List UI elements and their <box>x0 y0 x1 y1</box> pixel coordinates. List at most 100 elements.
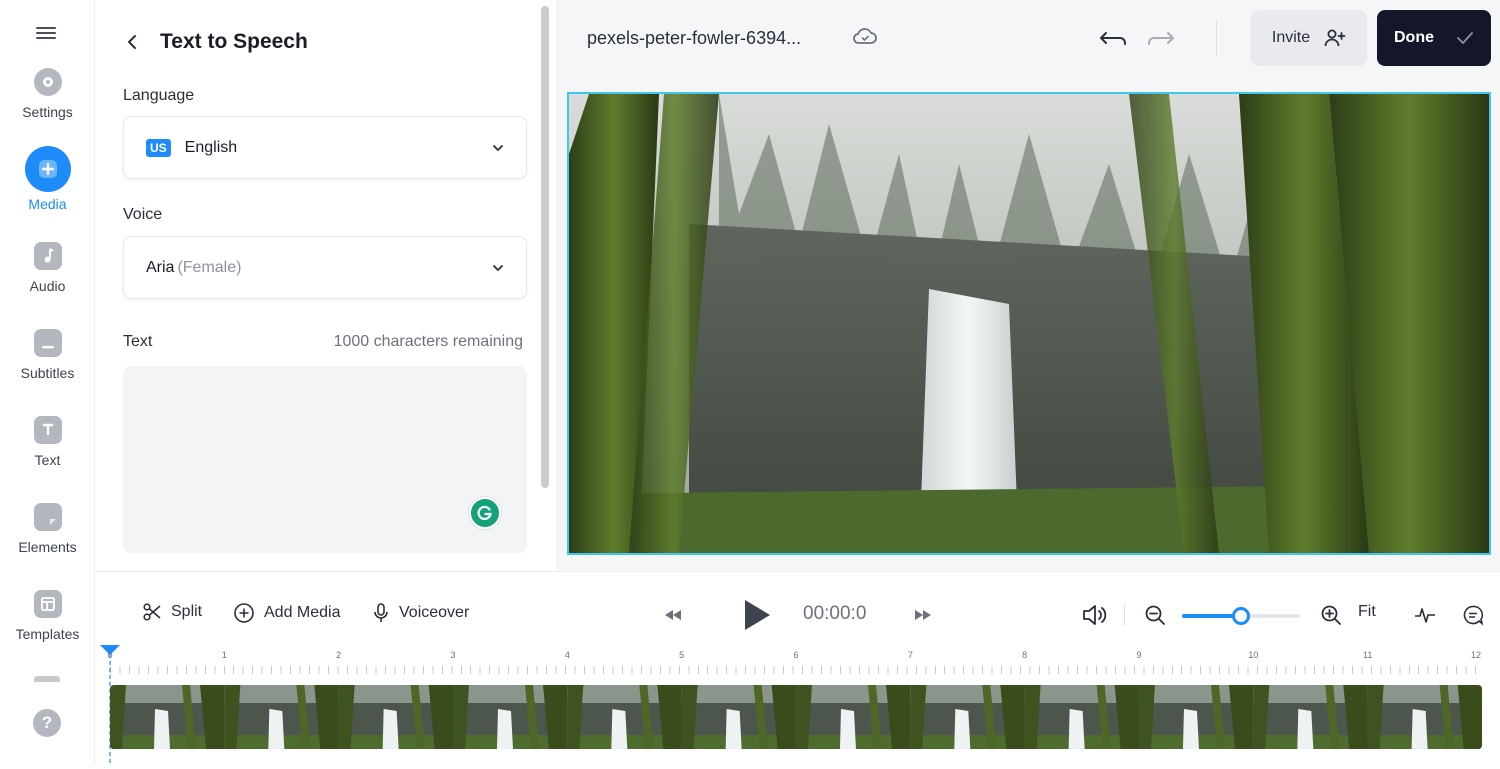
filmstrip-frame <box>910 685 1025 749</box>
caption-bubble-icon[interactable] <box>1462 604 1484 631</box>
rail-item-settings[interactable]: Settings <box>0 68 95 120</box>
waveform-icon[interactable] <box>1414 604 1436 631</box>
language-label: Language <box>123 87 195 104</box>
done-label: Done <box>1394 29 1434 46</box>
voiceover-button[interactable]: Voiceover <box>372 602 469 624</box>
voice-gender: (Female) <box>177 258 242 276</box>
rail-item-elements[interactable]: Elements <box>0 503 95 555</box>
microphone-icon <box>374 603 388 622</box>
panel-scrollbar[interactable] <box>541 6 549 488</box>
zoom-in-icon[interactable] <box>1320 604 1342 631</box>
rail-label-templates: Templates <box>15 626 80 642</box>
layout-icon <box>33 590 62 618</box>
filmstrip-frame <box>681 685 796 749</box>
speech-text-input[interactable] <box>123 366 527 553</box>
ruler-label: 5 <box>679 650 685 660</box>
rail-item-audio[interactable]: Audio <box>0 242 95 294</box>
language-value: English <box>184 138 238 156</box>
video-track-clip[interactable] <box>110 685 1482 749</box>
split-button[interactable]: Split <box>142 602 202 622</box>
filmstrip-frame <box>1138 685 1254 749</box>
cloud-sync-icon[interactable] <box>852 26 878 51</box>
filmstrip-frame <box>110 685 225 749</box>
rail-item-subtitles[interactable]: Subtitles <box>0 329 95 381</box>
ruler-label: 9 <box>1136 650 1142 660</box>
grammarly-icon[interactable] <box>469 497 501 529</box>
ruler-label: 3 <box>450 650 456 660</box>
check-icon <box>1457 32 1473 44</box>
rail-item-text[interactable]: Text <box>0 416 95 468</box>
done-button[interactable]: Done <box>1377 10 1491 66</box>
playback-time: 00:00:0 <box>803 603 867 624</box>
rail-more-item[interactable] <box>34 676 60 682</box>
ruler-label: 10 <box>1248 650 1259 660</box>
volume-icon[interactable] <box>1081 602 1109 633</box>
language-select[interactable]: US English <box>123 116 527 179</box>
hamburger-menu-icon[interactable] <box>36 24 56 44</box>
rail-label-elements: Elements <box>18 539 77 555</box>
rail-label-subtitles: Subtitles <box>20 365 75 381</box>
filmstrip-frame <box>795 685 911 749</box>
scissors-icon <box>143 603 161 621</box>
voiceover-label: Voiceover <box>399 604 470 621</box>
left-rail: Settings Media Audio Subtitles Text Elem… <box>0 0 95 765</box>
invite-button[interactable]: Invite <box>1251 10 1367 66</box>
timeline-panel: Split Add Media Voiceover 00:00:0 Fit 01… <box>96 571 1500 765</box>
project-file-name[interactable]: pexels-peter-fowler-6394... <box>587 28 801 49</box>
preview-stage: pexels-peter-fowler-6394... Invite Done <box>556 0 1500 570</box>
rail-label-audio: Audio <box>29 278 66 294</box>
zoom-slider-handle[interactable] <box>1232 607 1250 625</box>
redo-icon[interactable] <box>1146 24 1176 57</box>
filmstrip-frame <box>1367 685 1482 749</box>
video-preview[interactable] <box>567 92 1491 555</box>
filmstrip-frame <box>224 685 339 749</box>
music-note-icon <box>33 242 62 270</box>
text-label: Text <box>123 333 153 350</box>
ruler-label: 7 <box>907 650 913 660</box>
ruler-label: 8 <box>1022 650 1028 660</box>
plus-icon <box>24 146 71 192</box>
back-chevron-icon[interactable] <box>126 28 148 56</box>
help-icon[interactable]: ? <box>33 709 61 737</box>
undo-icon[interactable] <box>1098 24 1128 57</box>
waterfall-forest-frame <box>569 94 1489 553</box>
ruler-label: 12 <box>1470 650 1482 660</box>
play-icon[interactable] <box>742 598 772 637</box>
filmstrip-frame <box>1024 685 1139 749</box>
chevron-down-icon <box>492 259 504 277</box>
rewind-icon[interactable] <box>664 608 682 626</box>
voice-select[interactable]: Aria (Female) <box>123 236 527 299</box>
ruler-label: 6 <box>793 650 799 660</box>
rail-item-templates[interactable]: Templates <box>0 590 95 642</box>
zoom-out-icon[interactable] <box>1144 604 1166 631</box>
fit-button[interactable]: Fit <box>1358 603 1376 621</box>
voice-label: Voice <box>123 206 163 223</box>
zoom-divider <box>1124 604 1125 626</box>
rail-label-settings: Settings <box>22 104 73 120</box>
rail-item-media[interactable]: Media <box>0 146 95 212</box>
invite-label: Invite <box>1271 29 1311 46</box>
split-label: Split <box>171 603 203 620</box>
subtitles-icon <box>33 329 62 357</box>
gear-icon <box>33 68 62 96</box>
header-divider <box>1216 20 1217 56</box>
ruler-ticks <box>110 666 1482 674</box>
add-media-button[interactable]: Add Media <box>233 602 341 624</box>
ruler-label: 4 <box>564 650 570 660</box>
ruler-label: 1 <box>221 650 227 660</box>
ruler-label: 2 <box>336 650 342 660</box>
chevron-down-icon <box>492 139 504 157</box>
filmstrip-frame <box>452 685 568 749</box>
add-user-icon <box>1324 29 1346 47</box>
zoom-slider[interactable] <box>1182 607 1300 625</box>
shapes-icon <box>33 503 62 531</box>
add-media-label: Add Media <box>264 604 341 621</box>
time-ruler[interactable]: 0123456789101112 <box>107 650 1482 678</box>
plus-circle-icon <box>234 603 254 623</box>
filmstrip-frame <box>567 685 682 749</box>
panel-header: Text to Speech <box>126 28 308 56</box>
fast-forward-icon[interactable] <box>914 608 932 626</box>
filmstrip-frame <box>338 685 453 749</box>
characters-remaining: 1000 characters remaining <box>333 333 523 350</box>
rail-label-text: Text <box>34 452 61 468</box>
